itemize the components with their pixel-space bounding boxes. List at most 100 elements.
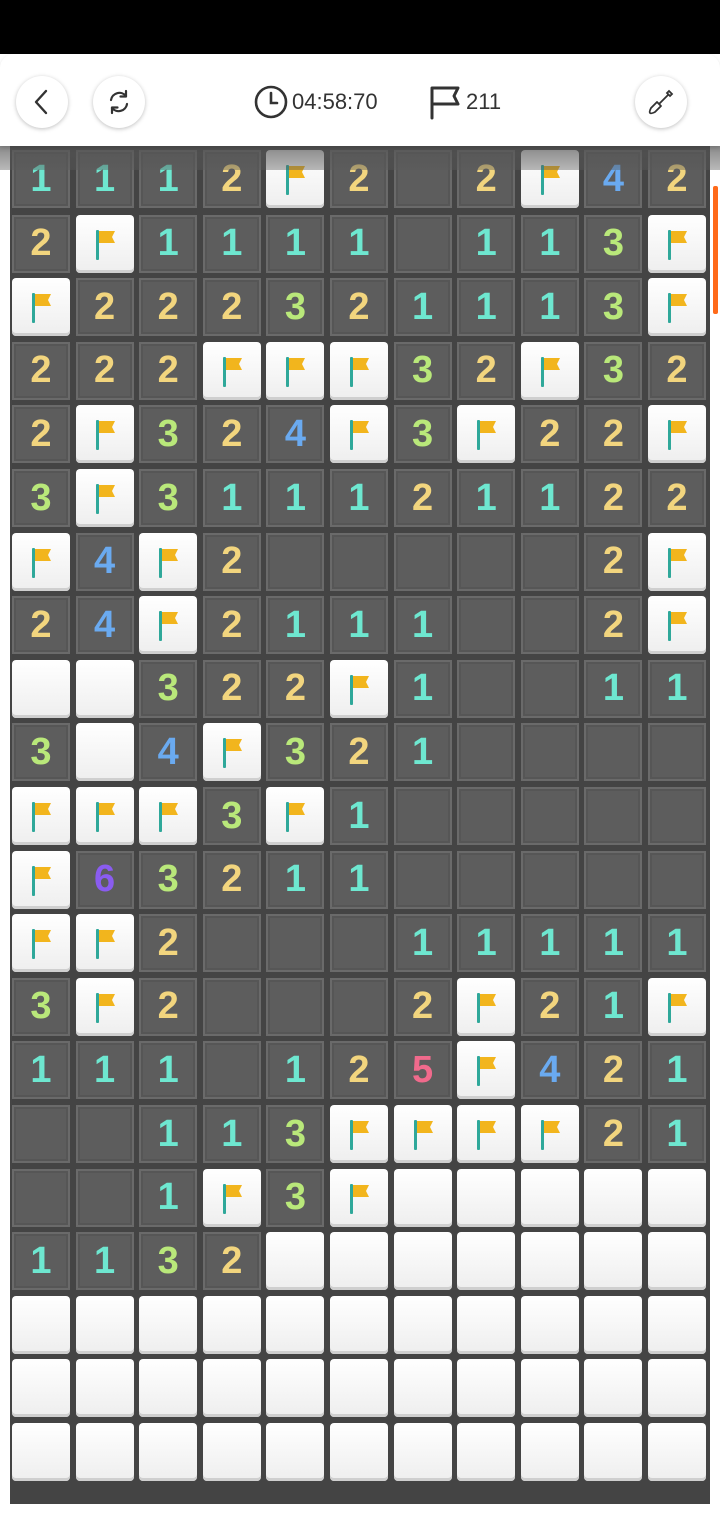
number-cell[interactable]: 1: [584, 914, 643, 973]
number-cell[interactable]: 2: [202, 532, 261, 591]
unrevealed-cell[interactable]: [584, 1359, 643, 1418]
empty-cell[interactable]: [457, 787, 516, 845]
unrevealed-cell[interactable]: [520, 1168, 579, 1227]
empty-cell[interactable]: [648, 723, 706, 782]
number-cell[interactable]: 3: [584, 278, 643, 337]
number-cell[interactable]: 3: [393, 405, 452, 464]
number-cell[interactable]: 2: [520, 977, 579, 1036]
unrevealed-cell[interactable]: [584, 1423, 643, 1481]
number-cell[interactable]: 1: [457, 214, 516, 273]
empty-cell[interactable]: [75, 1105, 134, 1163]
empty-cell[interactable]: [393, 532, 452, 591]
number-cell[interactable]: 1: [520, 914, 579, 973]
empty-cell[interactable]: [520, 723, 579, 782]
empty-cell[interactable]: [330, 914, 388, 973]
number-cell[interactable]: 3: [139, 850, 198, 909]
unrevealed-cell[interactable]: [457, 1359, 516, 1418]
number-cell[interactable]: 2: [330, 1041, 388, 1100]
empty-cell[interactable]: [75, 1168, 134, 1227]
flagged-cell[interactable]: [648, 532, 706, 591]
number-cell[interactable]: 4: [520, 1041, 579, 1100]
number-cell[interactable]: 1: [520, 469, 579, 527]
number-cell[interactable]: 1: [330, 787, 388, 845]
unrevealed-cell[interactable]: [648, 1423, 706, 1481]
unrevealed-cell[interactable]: [457, 1232, 516, 1291]
flagged-cell[interactable]: [139, 787, 198, 845]
number-cell[interactable]: 4: [75, 532, 134, 591]
empty-cell[interactable]: [520, 787, 579, 845]
empty-cell[interactable]: [457, 659, 516, 718]
number-cell[interactable]: 2: [202, 850, 261, 909]
empty-cell[interactable]: [393, 787, 452, 845]
number-cell[interactable]: 1: [202, 1105, 261, 1163]
number-cell[interactable]: 3: [139, 659, 198, 718]
unrevealed-cell[interactable]: [202, 1423, 261, 1481]
unrevealed-cell[interactable]: [457, 1168, 516, 1227]
number-cell[interactable]: 1: [266, 596, 325, 655]
unrevealed-cell[interactable]: [393, 1295, 452, 1354]
number-cell[interactable]: 3: [139, 405, 198, 464]
number-cell[interactable]: 1: [457, 469, 516, 527]
number-cell[interactable]: 1: [584, 977, 643, 1036]
unrevealed-cell[interactable]: [330, 1232, 388, 1291]
number-cell[interactable]: 5: [393, 1041, 452, 1100]
empty-cell[interactable]: [266, 914, 325, 973]
flagged-cell[interactable]: [75, 914, 134, 973]
unrevealed-cell[interactable]: [393, 1232, 452, 1291]
number-cell[interactable]: 1: [648, 1105, 706, 1163]
flagged-cell[interactable]: [266, 787, 325, 845]
number-cell[interactable]: 3: [584, 341, 643, 400]
flagged-cell[interactable]: [266, 341, 325, 400]
number-cell[interactable]: 2: [648, 469, 706, 527]
number-cell[interactable]: 1: [12, 1232, 70, 1291]
dig-mode-button[interactable]: [635, 76, 687, 128]
empty-cell[interactable]: [330, 532, 388, 591]
number-cell[interactable]: 2: [12, 341, 70, 400]
empty-cell[interactable]: [393, 850, 452, 909]
unrevealed-cell[interactable]: [457, 1295, 516, 1354]
empty-cell[interactable]: [266, 532, 325, 591]
number-cell[interactable]: 1: [139, 1041, 198, 1100]
empty-cell[interactable]: [457, 596, 516, 655]
unrevealed-cell[interactable]: [520, 1295, 579, 1354]
empty-cell[interactable]: [12, 1105, 70, 1163]
unrevealed-cell[interactable]: [520, 1359, 579, 1418]
number-cell[interactable]: 3: [584, 214, 643, 273]
number-cell[interactable]: 2: [393, 469, 452, 527]
unrevealed-cell[interactable]: [648, 1295, 706, 1354]
number-cell[interactable]: 2: [393, 977, 452, 1036]
flagged-cell[interactable]: [648, 278, 706, 337]
unrevealed-cell[interactable]: [584, 1232, 643, 1291]
unrevealed-cell[interactable]: [266, 1423, 325, 1481]
number-cell[interactable]: 1: [648, 1041, 706, 1100]
number-cell[interactable]: 3: [12, 723, 70, 782]
number-cell[interactable]: 1: [266, 469, 325, 527]
unrevealed-cell[interactable]: [393, 1168, 452, 1227]
number-cell[interactable]: 1: [648, 659, 706, 718]
unrevealed-cell[interactable]: [139, 1295, 198, 1354]
unrevealed-cell[interactable]: [75, 659, 134, 718]
number-cell[interactable]: 4: [75, 596, 134, 655]
number-cell[interactable]: 3: [393, 341, 452, 400]
unrevealed-cell[interactable]: [12, 1295, 70, 1354]
number-cell[interactable]: 3: [266, 278, 325, 337]
unrevealed-cell[interactable]: [12, 1359, 70, 1418]
number-cell[interactable]: 2: [330, 723, 388, 782]
flagged-cell[interactable]: [202, 723, 261, 782]
number-cell[interactable]: 1: [12, 1041, 70, 1100]
unrevealed-cell[interactable]: [648, 1232, 706, 1291]
number-cell[interactable]: 2: [202, 278, 261, 337]
number-cell[interactable]: 2: [75, 278, 134, 337]
flagged-cell[interactable]: [457, 405, 516, 464]
number-cell[interactable]: 1: [584, 659, 643, 718]
number-cell[interactable]: 6: [75, 850, 134, 909]
number-cell[interactable]: 3: [139, 469, 198, 527]
number-cell[interactable]: 2: [12, 405, 70, 464]
empty-cell[interactable]: [520, 596, 579, 655]
empty-cell[interactable]: [520, 659, 579, 718]
number-cell[interactable]: 1: [330, 469, 388, 527]
number-cell[interactable]: 2: [139, 977, 198, 1036]
flagged-cell[interactable]: [648, 596, 706, 655]
empty-cell[interactable]: [330, 977, 388, 1036]
number-cell[interactable]: 1: [393, 914, 452, 973]
